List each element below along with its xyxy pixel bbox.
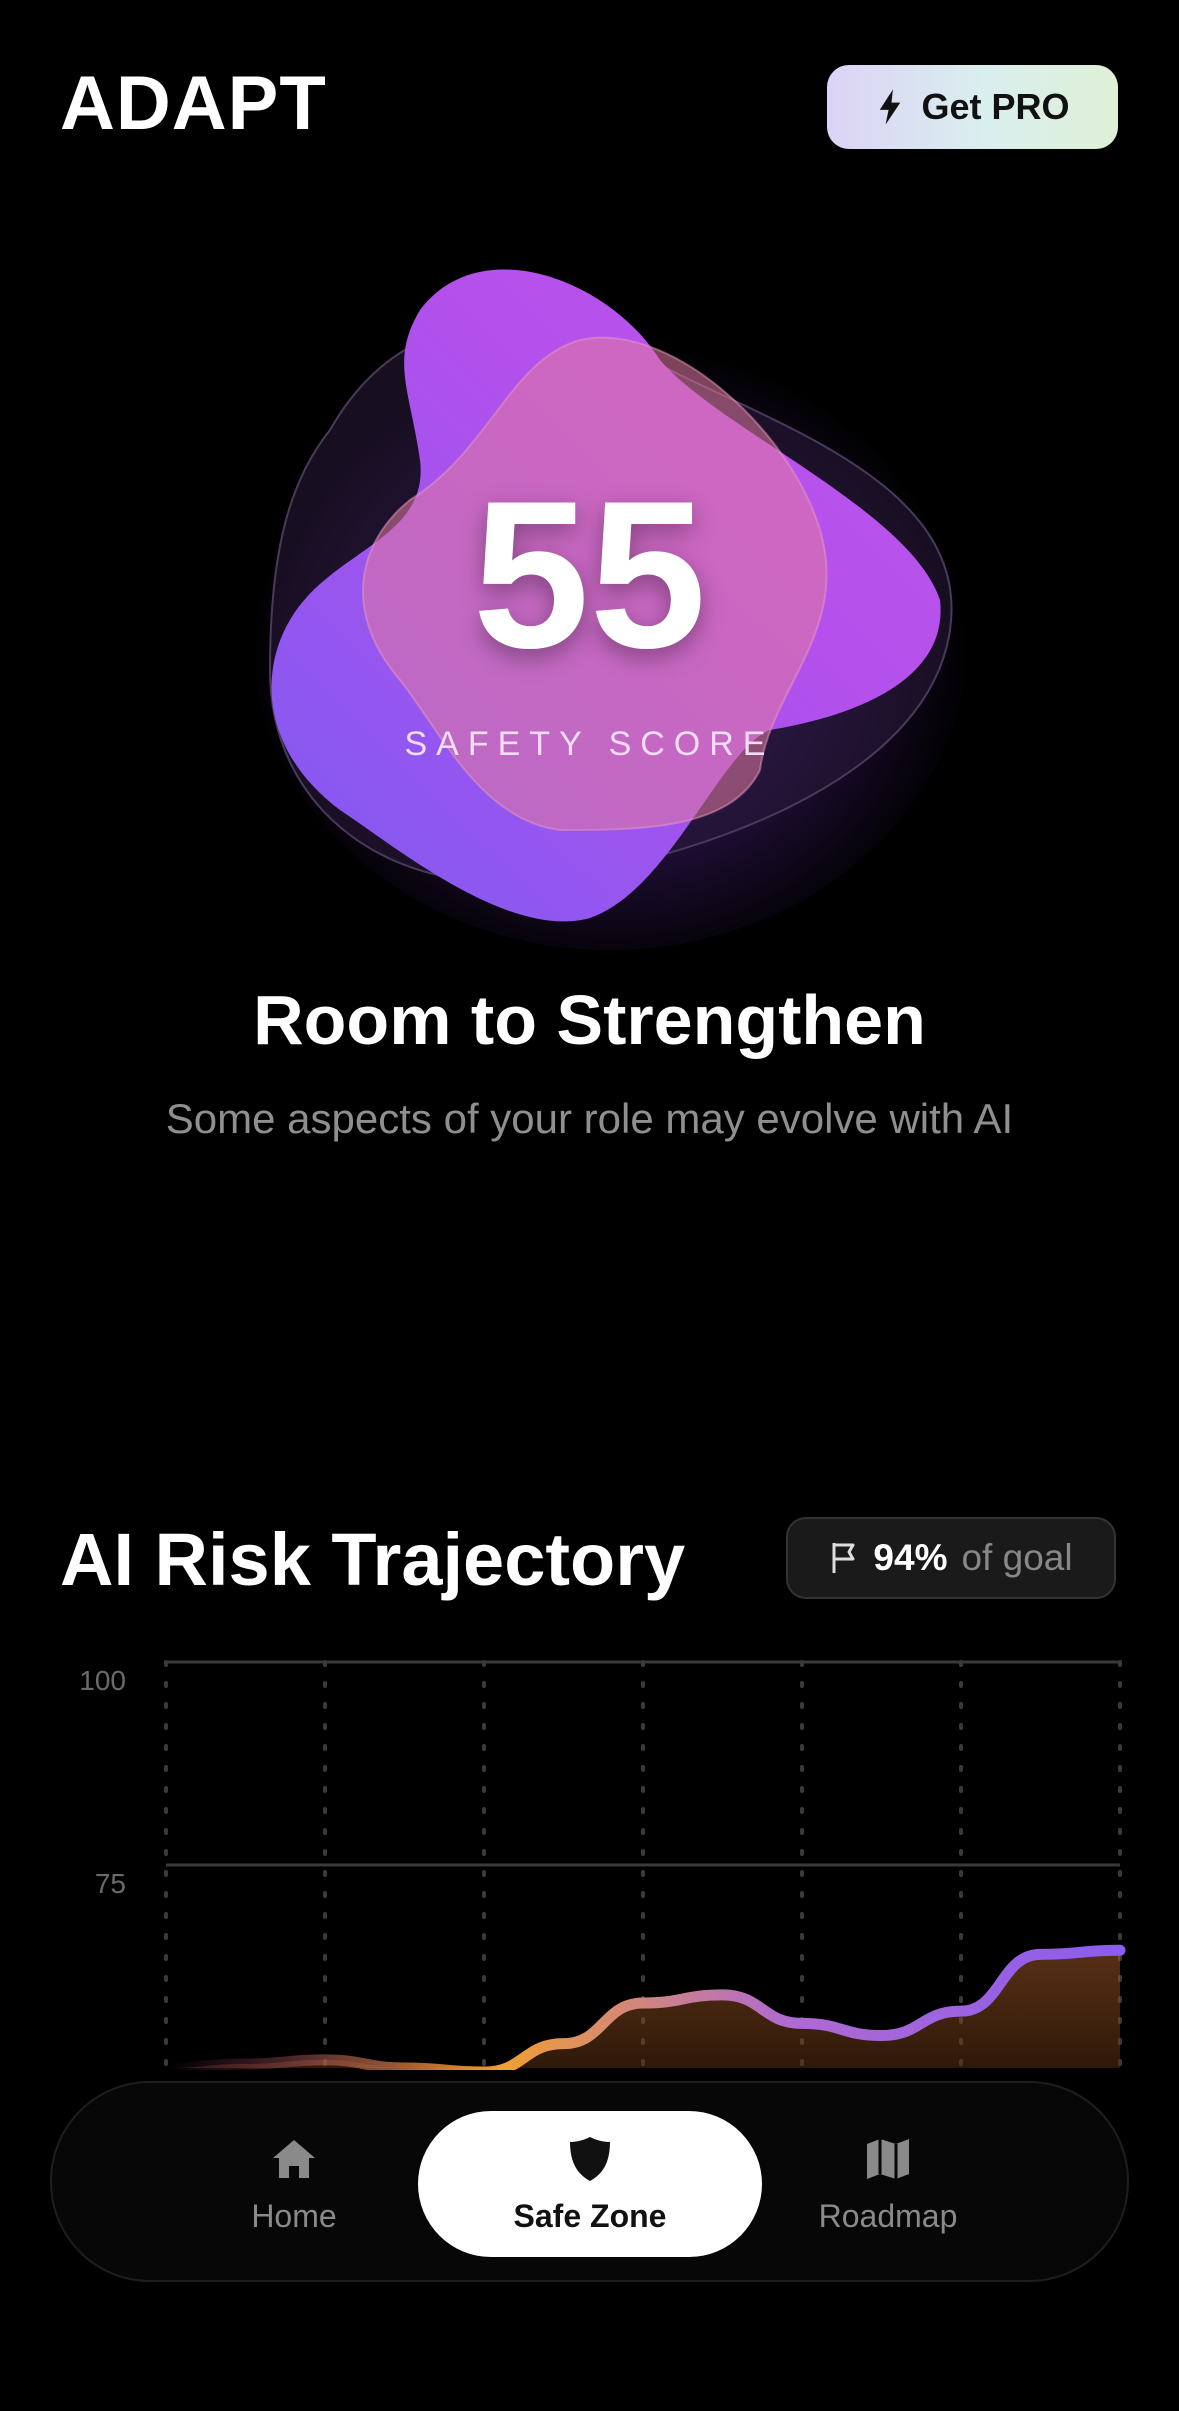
shield-icon <box>570 2136 610 2181</box>
risk-trajectory-chart: 100 75 <box>79 1660 1126 2070</box>
home-icon <box>273 2139 315 2178</box>
nav-home[interactable]: Home <box>122 2111 466 2257</box>
nav-safe-zone-label: Safe Zone <box>513 2197 667 2234</box>
y-tick-label: 100 <box>79 1665 126 1696</box>
bolt-icon <box>880 89 901 125</box>
goal-badge[interactable]: 94% of goal <box>786 1517 1116 1599</box>
map-icon <box>867 2138 909 2179</box>
nav-safe-zone[interactable]: Safe Zone <box>418 2111 762 2257</box>
score-headline: Room to Strengthen <box>253 981 926 1059</box>
flag-icon <box>832 1543 855 1573</box>
app-logo: ADAPT <box>60 61 327 146</box>
y-tick-label: 75 <box>95 1868 126 1899</box>
get-pro-label: Get PRO <box>921 86 1070 127</box>
safety-score-value: 55 <box>472 457 707 692</box>
goal-percent: 94% <box>873 1537 948 1578</box>
nav-roadmap[interactable]: Roadmap <box>716 2111 1060 2257</box>
score-subtitle: Some aspects of your role may evolve wit… <box>165 1095 1014 1142</box>
safety-score-label: SAFETY SCORE <box>404 725 775 763</box>
bottom-nav: Home Safe Zone Roadmap <box>50 2081 1129 2282</box>
nav-roadmap-label: Roadmap <box>818 2197 958 2234</box>
goal-suffix: of goal <box>961 1537 1073 1578</box>
nav-home-label: Home <box>251 2197 337 2234</box>
trajectory-title: AI Risk Trajectory <box>60 1518 686 1601</box>
get-pro-button[interactable]: Get PRO <box>827 65 1118 149</box>
